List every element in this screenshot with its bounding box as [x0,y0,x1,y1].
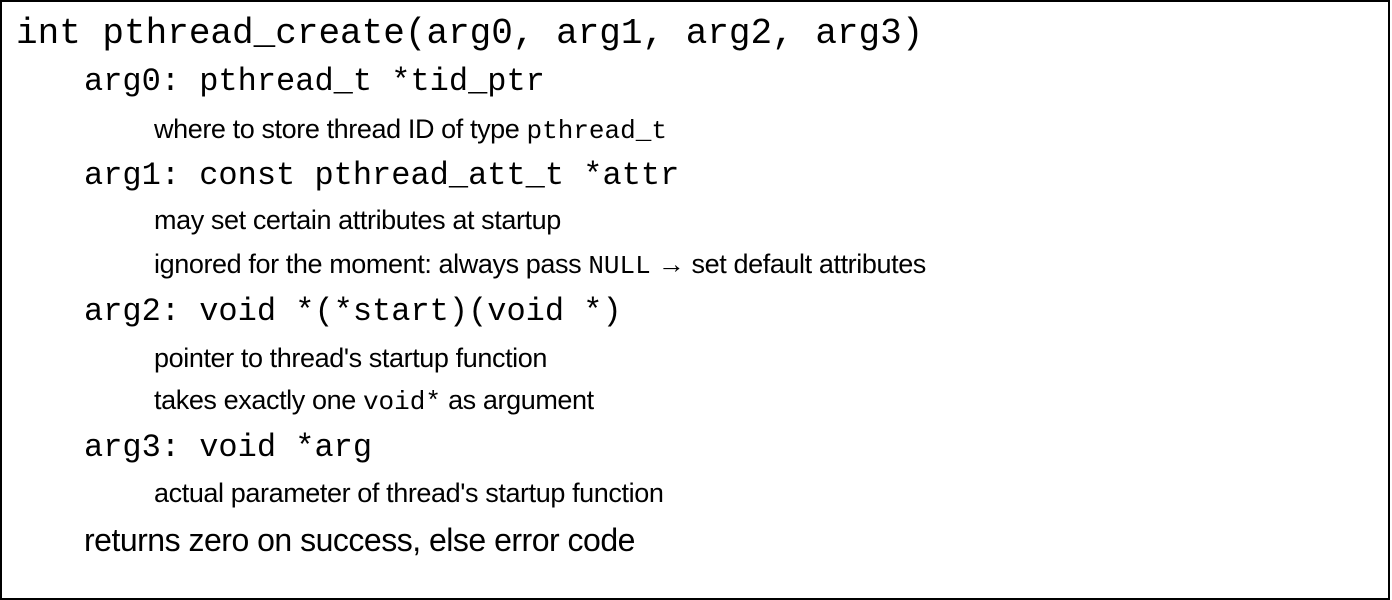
arg1-note-2-after: → set default attributes [657,249,926,279]
arg2-note-2-after: as argument [448,385,594,415]
arg1-note-2-code: NULL [588,251,651,281]
arg1-note-1-text: may set certain attributes at startup [154,205,561,235]
arg2-note-2-code: void* [362,387,441,417]
arg1-declaration: arg1: const pthread_att_t *attr [84,157,680,194]
arg0-note-1-text: where to store thread ID of type [154,114,520,144]
arg0-note-1: where to store thread ID of type pthread… [154,114,667,146]
arg2-note-2: takes exactly one void* as argument [154,385,594,417]
arg2-note-1-text: pointer to thread's startup function [154,343,547,373]
arg1-note-2: ignored for the moment: always pass NULL… [154,249,926,281]
arg1-note-1: may set certain attributes at startup [154,207,561,234]
arg3-note-1: actual parameter of thread's startup fun… [154,478,664,508]
arg2-note-1: pointer to thread's startup function [154,345,547,372]
arg0-declaration: arg0: pthread_t *tid_ptr [84,63,545,100]
returns-description: returns zero on success, else error code [84,522,635,558]
slide-frame: int pthread_create(arg0, arg1, arg2, arg… [0,0,1390,600]
arg1-note-2-text: ignored for the moment: always pass [154,249,582,279]
arg0-note-1-code: pthread_t [526,116,667,146]
arg2-note-2-text: takes exactly one [154,385,356,415]
function-signature: int pthread_create(arg0, arg1, arg2, arg… [16,13,924,54]
arg3-note-1-text: actual parameter of thread's startup fun… [154,478,664,508]
arg2-declaration: arg2: void *(*start)(void *) [84,293,622,330]
arg3-declaration: arg3: void *arg [84,429,373,466]
